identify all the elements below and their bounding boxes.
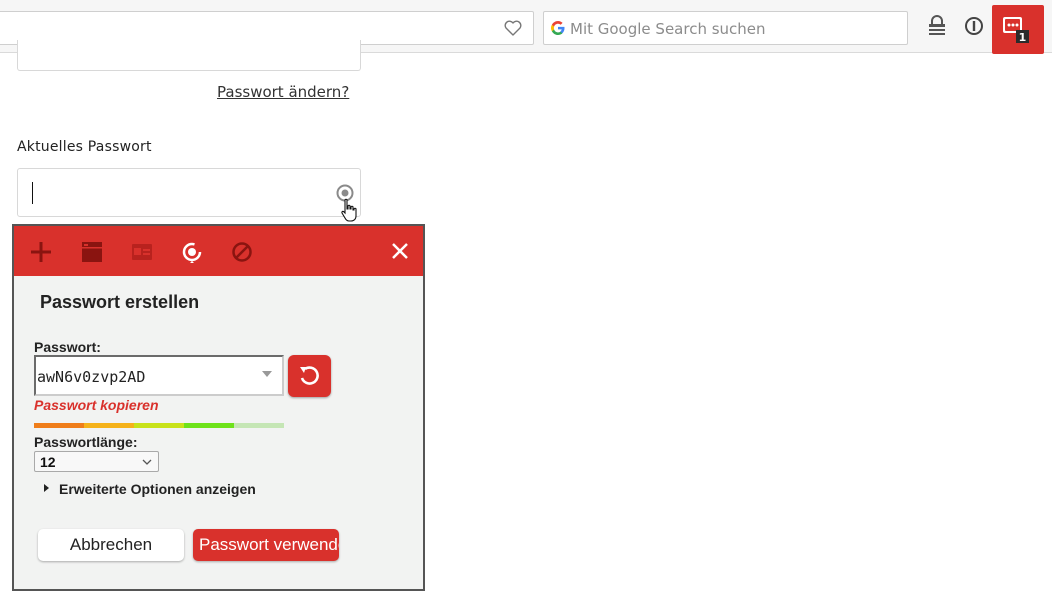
current-password-input[interactable]: [17, 168, 361, 217]
advanced-options-toggle[interactable]: Erweiterte Optionen anzeigen: [59, 481, 256, 497]
previous-input-field[interactable]: [17, 40, 361, 71]
regenerate-button[interactable]: [288, 355, 331, 397]
lock-refresh-icon[interactable]: [181, 241, 203, 268]
password-length-select[interactable]: 12: [34, 451, 159, 472]
lock-icon[interactable]: [926, 15, 948, 42]
text-caret: [32, 182, 33, 204]
dropdown-arrow-icon[interactable]: [262, 371, 272, 377]
password-strength-bar: [34, 423, 284, 428]
expand-triangle-icon[interactable]: [44, 484, 49, 492]
change-password-link[interactable]: Passwort ändern?: [217, 83, 349, 101]
search-bar[interactable]: Mit Google Search suchen: [543, 11, 908, 45]
popup-header: [14, 226, 423, 276]
chevron-down-icon: [142, 455, 152, 473]
info-icon[interactable]: [964, 16, 984, 41]
password-manager-extension-button[interactable]: 1: [992, 5, 1044, 54]
copy-password-link[interactable]: Passwort kopieren: [34, 397, 159, 413]
popup-title: Passwort erstellen: [40, 292, 200, 312]
password-manager-icon: 1: [1003, 17, 1029, 44]
plus-icon[interactable]: [30, 241, 52, 268]
password-generator-popup: Passwort erstellen Passwort: awN6v0zvp2A…: [12, 224, 425, 591]
password-label: Passwort:: [34, 339, 101, 355]
password-length-value: 12: [40, 454, 56, 470]
use-password-button[interactable]: Passwort verwenden: [193, 529, 339, 561]
google-icon: [550, 20, 566, 41]
window-icon[interactable]: [81, 241, 103, 268]
search-placeholder: Mit Google Search suchen: [570, 20, 766, 38]
password-length-label: Passwortlänge:: [34, 434, 138, 450]
heart-icon[interactable]: [503, 18, 523, 43]
block-icon[interactable]: [231, 241, 253, 268]
generated-password-value: awN6v0zvp2AD: [37, 368, 146, 386]
close-icon[interactable]: [391, 242, 409, 265]
card-icon[interactable]: [131, 243, 153, 266]
extension-badge: 1: [1019, 31, 1027, 44]
current-password-label: Aktuelles Passwort: [17, 139, 152, 155]
refresh-icon: [300, 366, 319, 385]
generated-password-field[interactable]: awN6v0zvp2AD: [34, 355, 284, 396]
cancel-button[interactable]: Abbrechen: [38, 529, 184, 561]
